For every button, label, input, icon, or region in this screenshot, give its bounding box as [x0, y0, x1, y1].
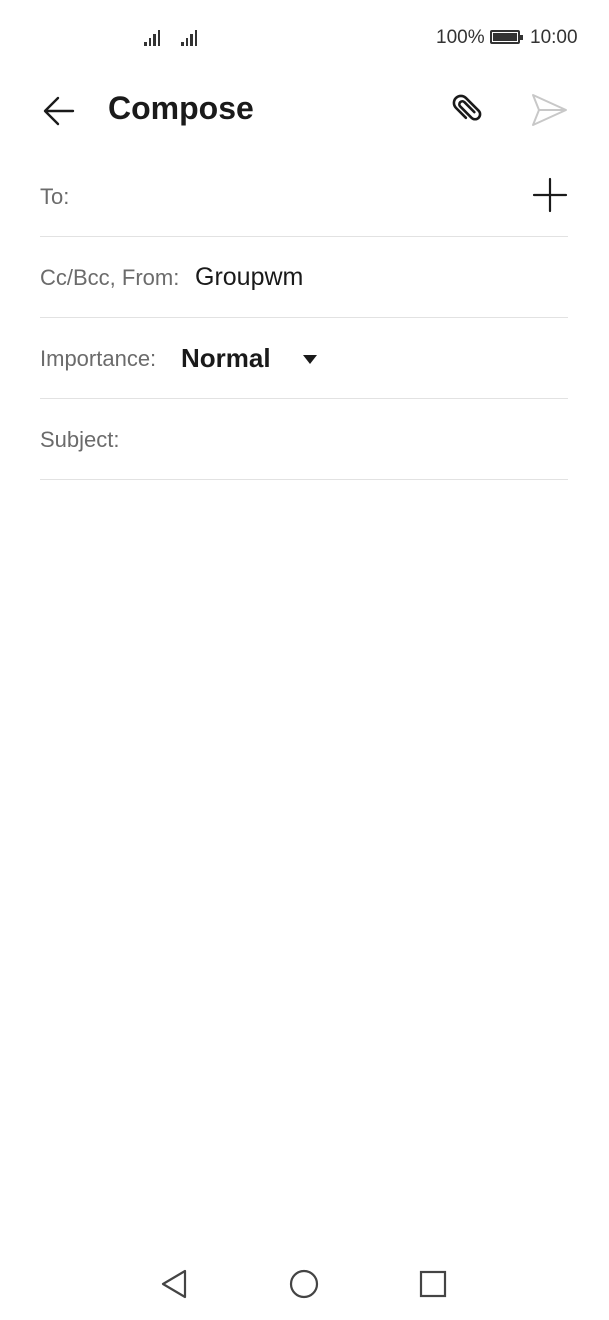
- app-header: Compose: [0, 76, 609, 146]
- cc-bcc-from-label: Cc/Bcc, From:: [40, 265, 180, 290]
- subject-row: Subject:: [40, 400, 568, 480]
- add-recipient-button[interactable]: [530, 175, 570, 215]
- importance-select[interactable]: Normal: [181, 343, 271, 374]
- system-nav-bar: [0, 1250, 609, 1320]
- signal-icon: [181, 28, 197, 46]
- message-body-area[interactable]: [40, 482, 568, 1222]
- circle-home-icon: [289, 1269, 319, 1299]
- status-bar: 100% 10:00: [0, 0, 609, 76]
- triangle-back-icon: [161, 1269, 187, 1299]
- status-time: 10:00: [530, 27, 578, 48]
- send-icon: [532, 94, 567, 126]
- from-account-value: Groupwm: [195, 263, 304, 291]
- to-input[interactable]: [80, 175, 524, 217]
- subject-label: Subject:: [40, 427, 120, 452]
- nav-recent-button[interactable]: [413, 1264, 453, 1304]
- importance-label: Importance:: [40, 346, 157, 371]
- caret-down-icon[interactable]: [303, 355, 317, 364]
- paperclip-icon: [452, 94, 482, 121]
- plus-icon: [532, 177, 568, 213]
- square-recent-icon: [419, 1270, 447, 1298]
- battery-percent: 100%: [436, 27, 485, 48]
- to-label: To:: [40, 184, 70, 209]
- back-button[interactable]: [36, 88, 82, 134]
- nav-home-button[interactable]: [284, 1264, 324, 1304]
- nav-back-button[interactable]: [154, 1264, 194, 1304]
- importance-row: Importance: Normal: [40, 319, 568, 399]
- signal-icon: [144, 28, 160, 46]
- attach-button[interactable]: [444, 86, 492, 134]
- send-button[interactable]: [525, 86, 573, 134]
- cc-bcc-from-row[interactable]: Cc/Bcc, From: Groupwm: [40, 238, 568, 318]
- arrow-left-icon: [43, 96, 75, 126]
- subject-input[interactable]: [132, 418, 566, 460]
- to-field-row: To:: [40, 157, 568, 237]
- page-title: Compose: [108, 90, 254, 126]
- battery-icon: [490, 30, 523, 44]
